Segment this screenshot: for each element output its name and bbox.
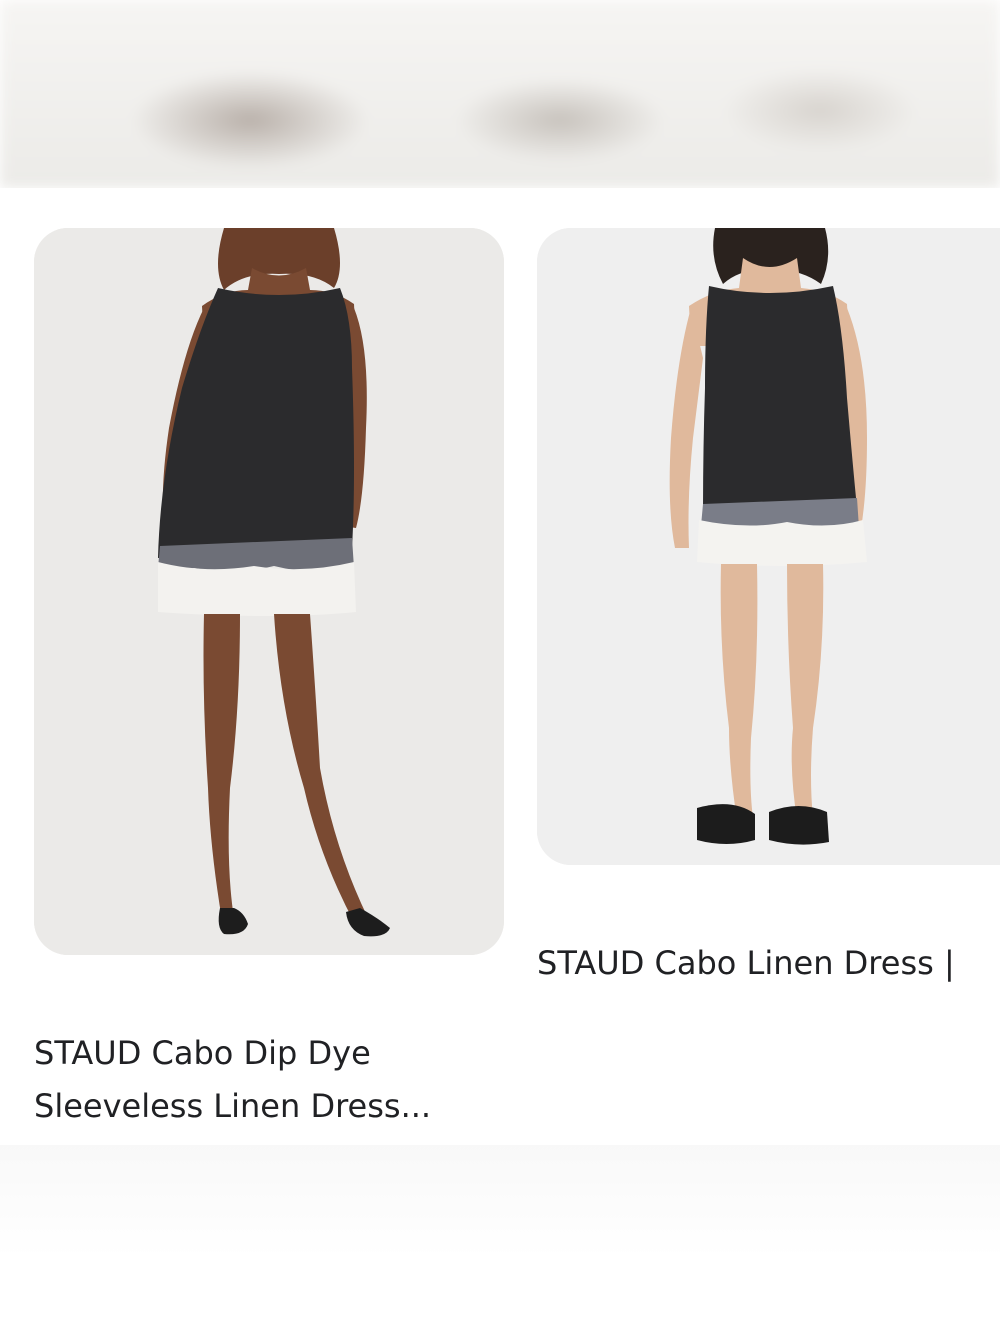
bottom-blur bbox=[0, 1145, 1000, 1333]
result-title-1-line1[interactable]: STAUD Cabo Dip Dye bbox=[34, 1026, 371, 1080]
result-card-2[interactable]: STAUD Cabo Linen Dress | bbox=[520, 188, 1000, 1148]
product-image-2[interactable] bbox=[537, 228, 1000, 865]
blurred-header bbox=[0, 0, 1000, 188]
dress-photo-icon bbox=[537, 228, 1000, 865]
product-image-1[interactable] bbox=[34, 228, 504, 955]
result-title-1-line2[interactable]: Sleeveless Linen Dress... bbox=[34, 1079, 431, 1133]
dress-photo-icon bbox=[34, 228, 504, 955]
result-card-1[interactable]: STAUD Cabo Dip Dye Sleeveless Linen Dres… bbox=[0, 188, 520, 1148]
result-title-2[interactable]: STAUD Cabo Linen Dress | bbox=[537, 936, 955, 990]
image-results-screen: STAUD Cabo Dip Dye Sleeveless Linen Dres… bbox=[0, 0, 1000, 1333]
